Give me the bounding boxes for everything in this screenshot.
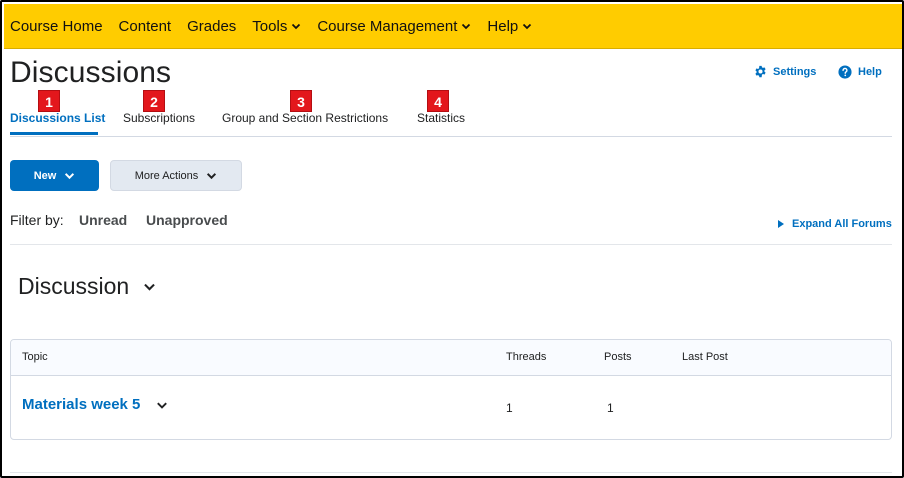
nav-grades[interactable]: Grades <box>187 18 236 35</box>
thread-count: 1 <box>506 401 513 415</box>
filter-unapproved[interactable]: Unapproved <box>146 212 228 228</box>
topic-link[interactable]: Materials week 5 <box>22 396 168 413</box>
topics-table: Topic Threads Posts Last Post Materials … <box>10 339 892 440</box>
nav-help[interactable]: Help <box>487 18 532 35</box>
more-actions-label: More Actions <box>134 169 199 182</box>
column-header-last-post: Last Post <box>682 351 728 363</box>
triangle-right-icon <box>778 220 784 228</box>
nav-course-home[interactable]: Course Home <box>10 18 103 35</box>
tab-discussions-list[interactable]: Discussions List <box>10 111 105 125</box>
help-link[interactable]: Help <box>838 65 882 79</box>
nav-content-label: Content <box>118 17 172 35</box>
annotation-badge-1: 1 <box>38 90 60 112</box>
new-button-label: New <box>33 169 57 182</box>
annotation-badge-3: 3 <box>290 90 312 112</box>
tab-group-section-restrictions[interactable]: Group and Section Restrictions <box>222 111 388 125</box>
filter-label: Filter by: <box>10 212 64 228</box>
forum-heading: Discussion <box>18 273 156 300</box>
column-header-posts: Posts <box>604 351 632 363</box>
filter-unread[interactable]: Unread <box>79 212 127 228</box>
nav-grades-label: Grades <box>187 17 237 35</box>
settings-label: Settings <box>773 65 817 78</box>
active-tab-indicator <box>10 132 98 135</box>
settings-link[interactable]: Settings <box>754 65 816 78</box>
page-title: Discussions <box>10 56 172 89</box>
divider <box>10 244 892 245</box>
nav-tools-label: Tools <box>252 17 288 35</box>
chevron-down-icon <box>462 23 471 30</box>
nav-content[interactable]: Content <box>119 18 172 35</box>
tab-subscriptions[interactable]: Subscriptions <box>123 111 195 125</box>
course-navbar: Course Home Content Grades Tools Course … <box>4 4 902 49</box>
nav-course-management[interactable]: Course Management <box>317 18 471 35</box>
discussions-tabs: 1 2 3 4 Discussions List Subscriptions G… <box>10 88 892 137</box>
new-button[interactable]: New <box>10 160 99 191</box>
annotation-badge-4: 4 <box>427 90 449 112</box>
chevron-down-icon <box>65 173 75 180</box>
post-count: 1 <box>607 401 614 415</box>
column-header-threads: Threads <box>506 351 547 363</box>
annotation-badge-2: 2 <box>143 90 165 112</box>
tab-statistics[interactable]: Statistics <box>417 111 465 125</box>
expand-all-forums-link[interactable]: Expand All Forums <box>778 218 892 230</box>
expand-all-forums-label: Expand All Forums <box>792 218 892 230</box>
chevron-down-icon[interactable] <box>143 280 156 293</box>
chevron-down-icon <box>292 23 301 30</box>
help-circle-icon <box>838 65 852 79</box>
chevron-down-icon <box>207 173 217 180</box>
app-window: Course Home Content Grades Tools Course … <box>0 0 904 478</box>
topic-title: Materials week 5 <box>22 396 141 413</box>
chevron-down-icon <box>523 23 532 30</box>
help-label: Help <box>858 66 882 78</box>
nav-tools[interactable]: Tools <box>252 18 301 35</box>
column-header-topic: Topic <box>22 351 48 363</box>
forum-title: Discussion <box>18 273 130 299</box>
nav-course-home-label: Course Home <box>10 17 103 35</box>
gear-icon <box>755 65 766 78</box>
divider <box>10 472 892 473</box>
nav-help-label: Help <box>487 17 519 35</box>
more-actions-button[interactable]: More Actions <box>110 160 242 191</box>
table-header: Topic Threads Posts Last Post <box>11 340 891 376</box>
chevron-down-icon[interactable] <box>156 399 168 411</box>
nav-course-management-label: Course Management <box>317 17 458 35</box>
